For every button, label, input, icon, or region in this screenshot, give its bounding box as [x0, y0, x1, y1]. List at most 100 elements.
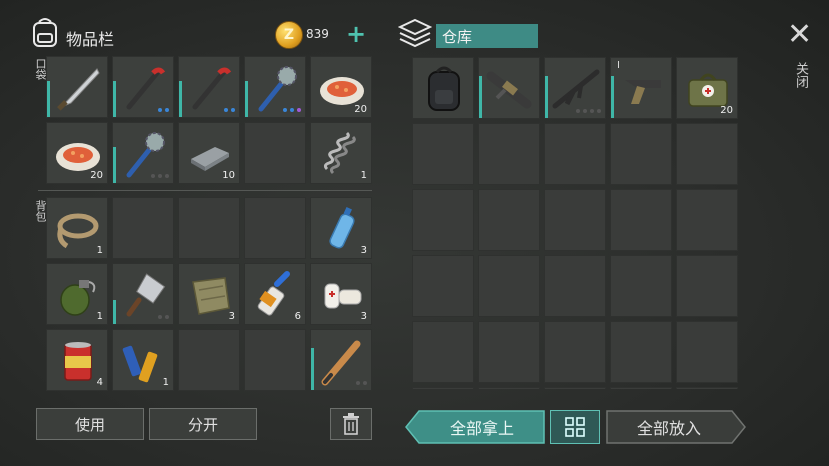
pocket-slot[interactable]: 20 [310, 56, 372, 118]
bandage-icon [324, 283, 362, 309]
warehouse-slot[interactable] [676, 123, 738, 185]
warehouse-slot[interactable] [478, 387, 540, 389]
item-quantity: 10 [222, 170, 235, 181]
pocket-slot[interactable]: 10 [178, 122, 240, 184]
use-button[interactable]: 使用 [36, 408, 144, 440]
warehouse-slot[interactable] [676, 189, 738, 251]
warehouse-slot[interactable] [412, 255, 474, 317]
spiked-club-icon [126, 132, 165, 178]
item-quantity: 1 [96, 311, 103, 322]
warehouse-slot[interactable] [544, 189, 606, 251]
inventory-title: 物品栏 [66, 30, 115, 49]
pocket-slot[interactable] [244, 56, 306, 118]
backpack-slot[interactable] [244, 329, 306, 391]
warehouse-slot[interactable] [676, 387, 738, 389]
pocket-slot[interactable] [112, 56, 174, 118]
pocket-slot[interactable] [244, 122, 306, 184]
quality-dots [356, 381, 367, 385]
warehouse-slot[interactable] [478, 189, 540, 251]
item-quantity: 3 [360, 245, 367, 256]
pocket-slot[interactable] [46, 56, 108, 118]
rope-icon [57, 213, 99, 249]
backpack-slot[interactable]: 3 [310, 263, 372, 325]
item-quantity: 1 [96, 245, 103, 256]
pocket-slot[interactable]: 20 [46, 122, 108, 184]
warehouse-slot[interactable] [412, 57, 474, 119]
warehouse-slot[interactable]: 20 [676, 57, 738, 119]
warehouse-slot[interactable] [610, 255, 672, 317]
durability-bar [245, 81, 248, 117]
backpack-slot[interactable]: 1 [46, 197, 108, 259]
baseball-bat-icon [321, 340, 361, 386]
item-quantity: 3 [360, 311, 367, 322]
backpack-slot[interactable]: 1 [112, 329, 174, 391]
warehouse-slot[interactable] [544, 123, 606, 185]
put-all-button[interactable]: 全部放入 [606, 410, 746, 444]
item-quantity: 1 [162, 377, 169, 388]
warehouse-slot[interactable]: I [610, 57, 672, 119]
quality-dots [158, 315, 169, 319]
backpack-slot[interactable]: 6 [244, 263, 306, 325]
durability-bar [311, 348, 314, 390]
batteries-icon [122, 345, 158, 383]
backpack-slot[interactable] [112, 263, 174, 325]
warehouse-slot[interactable] [676, 255, 738, 317]
backpack-slot[interactable] [310, 329, 372, 391]
add-coins-button[interactable]: + [346, 22, 366, 46]
warehouse-slot[interactable] [610, 321, 672, 383]
warehouse-slot[interactable] [412, 189, 474, 251]
split-button[interactable]: 分开 [149, 408, 257, 440]
backpack-icon [30, 16, 60, 48]
item-quantity: 20 [720, 105, 733, 116]
warehouse-slot[interactable] [544, 57, 606, 119]
backpack-slot[interactable]: 4 [46, 329, 108, 391]
item-quantity: 20 [354, 104, 367, 115]
backpack-slot[interactable] [178, 329, 240, 391]
backpack-slot[interactable] [112, 197, 174, 259]
backpack-slot[interactable] [244, 197, 306, 259]
close-label[interactable]: 关闭 [791, 62, 810, 88]
backpack-slot[interactable]: 3 [178, 263, 240, 325]
grenade-launcher-icon [486, 71, 532, 109]
cloth-icon [192, 277, 230, 315]
warehouse-slot[interactable] [544, 255, 606, 317]
warehouse-slot[interactable] [478, 57, 540, 119]
warehouse-slot[interactable] [478, 255, 540, 317]
durability-bar [47, 81, 50, 117]
backpack-slot[interactable] [178, 197, 240, 259]
warehouse-slot[interactable] [412, 321, 474, 383]
backpack-slot[interactable]: 3 [310, 197, 372, 259]
take-all-label: 全部拿上 [449, 419, 514, 438]
warehouse-slot[interactable] [544, 321, 606, 383]
warehouse-slot[interactable] [676, 321, 738, 383]
pocket-slot[interactable] [178, 56, 240, 118]
take-all-button[interactable]: 全部拿上 [405, 410, 545, 444]
durability-bar [179, 81, 182, 117]
warehouse-slot[interactable] [412, 123, 474, 185]
trash-button[interactable] [330, 408, 372, 440]
section-divider [38, 190, 372, 191]
item-mark: I [617, 60, 620, 71]
warehouse-slot[interactable] [412, 387, 474, 389]
warehouse-slot[interactable] [610, 387, 672, 389]
close-icon[interactable]: ✕ [787, 20, 812, 50]
warehouse-slot[interactable] [544, 387, 606, 389]
sort-button[interactable] [550, 410, 600, 444]
coin-icon: Z [275, 21, 303, 49]
backpack-slot[interactable]: 1 [46, 263, 108, 325]
quality-dots [158, 108, 169, 112]
item-quantity: 6 [294, 311, 301, 322]
spiked-club-icon [258, 66, 297, 112]
pistol-icon [625, 80, 661, 104]
pocket-slot[interactable]: 1 [310, 122, 372, 184]
warehouse-title: 仓库 [436, 24, 538, 48]
warehouse-slot[interactable] [478, 321, 540, 383]
warehouse-grid[interactable]: I 20 [411, 57, 739, 389]
warehouse-slot[interactable] [610, 189, 672, 251]
put-all-label: 全部放入 [636, 419, 701, 438]
warehouse-slot[interactable] [478, 123, 540, 185]
pocket-slot[interactable] [112, 122, 174, 184]
item-quantity: 4 [96, 377, 103, 388]
water-bottle-icon [329, 207, 355, 249]
warehouse-slot[interactable] [610, 123, 672, 185]
